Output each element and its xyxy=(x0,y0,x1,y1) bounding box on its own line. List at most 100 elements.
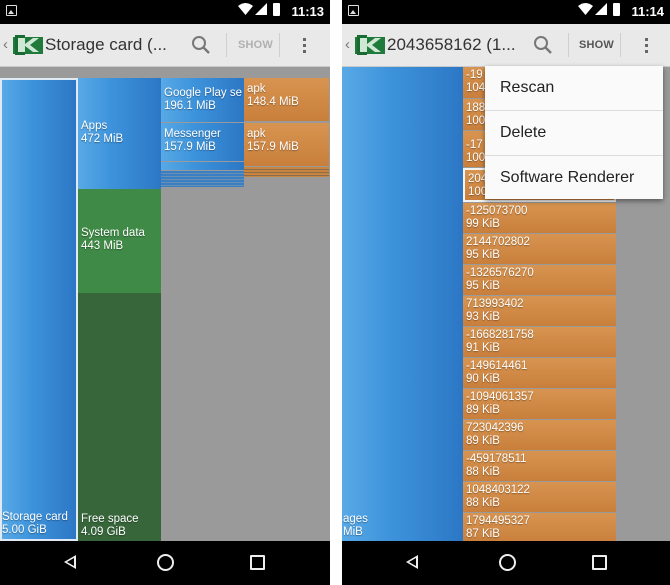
nav-back-icon[interactable] xyxy=(64,555,76,569)
signal-icon xyxy=(595,3,607,15)
block-size: 4.09 GiB xyxy=(81,526,126,538)
treemap-block-file[interactable]: 1048403122 88 KiB xyxy=(463,482,616,512)
treemap-label: 2144702802 95 KiB xyxy=(466,236,530,262)
treemap-block-free-space[interactable]: Free space 4.09 GiB xyxy=(78,293,161,541)
block-name: Free space xyxy=(81,513,139,525)
treemap-label: 1048403122 88 KiB xyxy=(466,484,530,510)
show-button[interactable]: SHOW xyxy=(579,39,614,51)
back-chevron-icon[interactable]: ‹ xyxy=(345,36,350,53)
menu-item-software-renderer[interactable]: Software Renderer xyxy=(485,155,663,199)
block-name: 723042396 xyxy=(466,422,524,434)
block-name: 713993402 xyxy=(466,298,524,310)
treemap-label: ages MiB xyxy=(343,513,368,539)
right-phone-screen: 11:14 ‹ 2043658162 (1... SHOW ages MiB -… xyxy=(342,0,670,585)
divider xyxy=(568,33,569,57)
block-name: Messenger xyxy=(164,128,221,140)
app-logo-icon[interactable] xyxy=(13,34,43,56)
treemap-block-file[interactable]: 723042396 89 KiB xyxy=(463,420,616,450)
treemap-block-messenger[interactable]: Messenger 157.9 MiB xyxy=(161,123,244,161)
block-name: 1794495327 xyxy=(466,515,530,527)
divider xyxy=(279,33,280,57)
show-button[interactable]: SHOW xyxy=(238,39,273,51)
overflow-menu-icon[interactable] xyxy=(636,35,656,57)
block-size: 88 KiB xyxy=(466,466,500,478)
treemap-block-apps[interactable]: Apps 472 MiB xyxy=(78,78,161,189)
block-name: System data xyxy=(81,227,145,239)
treemap-block-apk[interactable]: apk 157.9 MiB xyxy=(244,123,329,166)
block-size: 472 MiB xyxy=(81,133,124,145)
block-size: MiB xyxy=(343,526,363,538)
block-name: apk xyxy=(247,83,266,95)
back-chevron-icon[interactable]: ‹ xyxy=(3,36,8,53)
block-size: 88 KiB xyxy=(466,497,500,509)
search-icon[interactable] xyxy=(532,34,554,56)
nav-recents-icon[interactable] xyxy=(250,555,265,570)
battery-icon xyxy=(613,3,620,16)
block-name: -1094061357 xyxy=(466,391,534,403)
block-size: 89 KiB xyxy=(466,404,500,416)
treemap-label: -459178511 88 KiB xyxy=(466,453,527,479)
app-logo-icon[interactable] xyxy=(355,34,385,56)
treemap-block-file[interactable]: 1794495327 87 KiB xyxy=(463,513,616,543)
nav-home-icon[interactable] xyxy=(499,554,516,571)
treemap-label: Google Play se 196.1 MiB xyxy=(164,87,242,113)
block-size: 99 KiB xyxy=(466,218,500,230)
treemap-block-file[interactable]: -149614461 90 KiB xyxy=(463,358,616,388)
block-name: -1326576270 xyxy=(466,267,534,279)
block-name: Storage card xyxy=(2,511,68,523)
block-name: Apps xyxy=(81,120,108,132)
treemap-block-file[interactable]: 713993402 93 KiB xyxy=(463,296,616,326)
block-size: 93 KiB xyxy=(466,311,500,323)
block-name: -1668281758 xyxy=(466,329,534,341)
block-size: 95 KiB xyxy=(466,249,500,261)
treemap-block-apk[interactable]: apk 148.4 MiB xyxy=(244,78,329,121)
block-name: ages xyxy=(343,513,368,525)
treemap-block-google-play[interactable]: Google Play se 196.1 MiB xyxy=(161,78,244,122)
treemap-label: -1094061357 89 KiB xyxy=(466,391,534,417)
page-title: 2043658162 (1... xyxy=(387,35,516,54)
treemap-label: -1326576270 95 KiB xyxy=(466,267,534,293)
treemap-block-system-data[interactable]: System data 443 MiB xyxy=(78,189,161,293)
nav-recents-icon[interactable] xyxy=(592,555,607,570)
treemap-block-small[interactable] xyxy=(161,162,244,170)
battery-icon xyxy=(273,3,280,16)
page-title: Storage card (... xyxy=(45,35,167,54)
menu-item-rescan[interactable]: Rescan xyxy=(485,66,663,110)
treemap-block-file[interactable]: -125073700 99 KiB xyxy=(463,203,616,233)
treemap-label: 1794495327 87 KiB xyxy=(466,515,530,541)
treemap-block-packages[interactable]: ages MiB xyxy=(342,67,463,541)
block-name: 188 xyxy=(466,102,486,114)
treemap-label: -1668281758 91 KiB xyxy=(466,329,534,355)
block-name: Google Play se xyxy=(164,87,242,99)
block-size: 91 KiB xyxy=(466,342,500,354)
treemap-block-file[interactable]: -1326576270 95 KiB xyxy=(463,265,616,295)
overflow-menu-icon[interactable] xyxy=(294,35,314,57)
treemap-block-small-group[interactable] xyxy=(161,171,244,187)
treemap-label: apk 148.4 MiB xyxy=(247,83,299,109)
divider xyxy=(226,33,227,57)
left-phone-screen: 11:13 ‹ Storage card (... SHOW Storage c… xyxy=(0,0,330,585)
treemap-block-file[interactable]: -459178511 88 KiB xyxy=(463,451,616,481)
block-size: 87 KiB xyxy=(466,528,500,540)
block-size: 90 KiB xyxy=(466,373,500,385)
search-icon[interactable] xyxy=(190,34,212,56)
nav-home-icon[interactable] xyxy=(157,554,174,571)
block-name: -125073700 xyxy=(466,205,528,217)
block-size: 157.9 MiB xyxy=(247,141,299,153)
divider xyxy=(620,33,621,57)
treemap-block-storage-card[interactable]: Storage card 5.00 GiB xyxy=(0,78,78,541)
treemap-label: -125073700 99 KiB xyxy=(466,205,527,231)
treemap-label: System data 443 MiB xyxy=(81,227,145,253)
treemap-block-file[interactable]: -1094061357 89 KiB xyxy=(463,389,616,419)
status-bar: 11:14 xyxy=(342,0,670,24)
treemap-label: 723042396 89 KiB xyxy=(466,422,524,448)
treemap-block-file[interactable]: -1668281758 91 KiB xyxy=(463,327,616,357)
treemap-label: apk 157.9 MiB xyxy=(247,128,299,154)
block-name: -19 xyxy=(466,69,483,81)
block-name: -17 xyxy=(466,139,483,151)
block-name: -459178511 xyxy=(466,453,527,465)
menu-item-delete[interactable]: Delete xyxy=(485,110,663,154)
treemap-block-file[interactable]: 2144702802 95 KiB xyxy=(463,234,616,264)
nav-back-icon[interactable] xyxy=(406,555,418,569)
treemap-block-small-group[interactable] xyxy=(244,167,329,177)
